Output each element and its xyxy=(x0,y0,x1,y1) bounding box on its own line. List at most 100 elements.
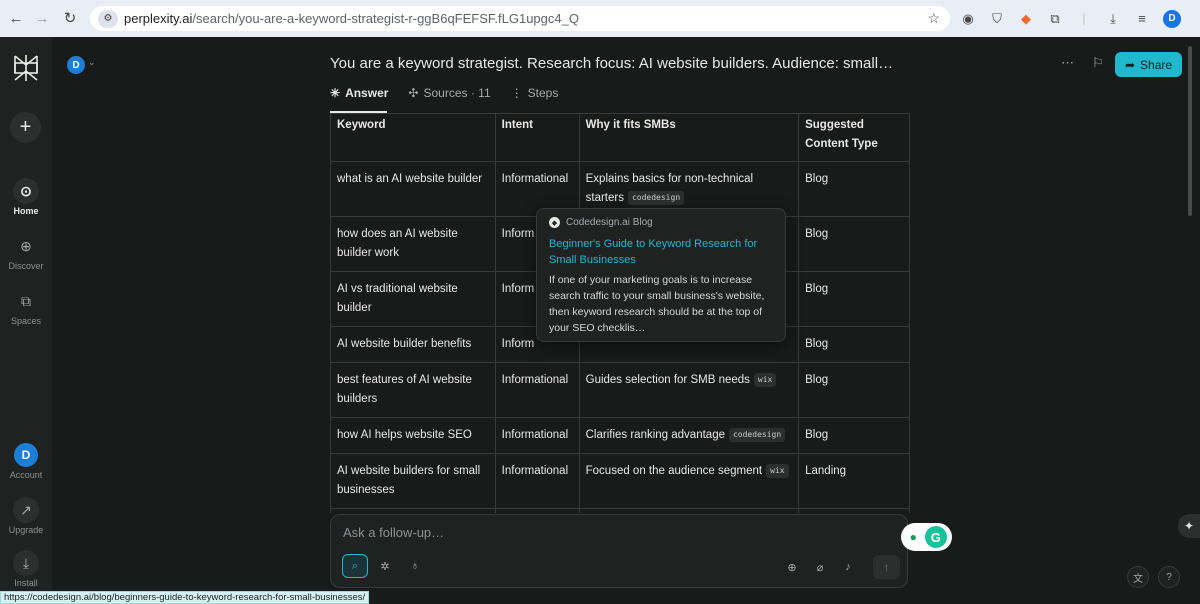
cell-text: Blog xyxy=(805,429,829,441)
new-thread-button[interactable]: + xyxy=(10,112,41,143)
user-avatar[interactable]: D xyxy=(67,56,85,74)
share-label: Share xyxy=(1140,57,1173,72)
sidebar-item-label: Install xyxy=(14,578,38,588)
discover-globe-icon: ⊕ xyxy=(20,237,32,254)
sidebar-item-spaces[interactable]: ⧉ Spaces xyxy=(0,288,52,327)
tab-answer[interactable]: ✳ Answer xyxy=(330,86,388,100)
url-path: /search/you-are-a-keyword-strategist-r-g… xyxy=(192,11,579,26)
attach-paperclip-icon[interactable]: ⌀ xyxy=(811,556,829,578)
cell-text: how does an AI website builder work xyxy=(337,228,458,259)
cell-text: Informational xyxy=(501,173,569,185)
cell-text: Inform xyxy=(501,283,535,295)
table-cell-intent: Informational xyxy=(494,453,580,509)
bookmark-star-icon[interactable]: ☆ xyxy=(927,10,940,27)
reading-list-icon[interactable]: ≡ xyxy=(1134,11,1150,27)
upgrade-arrow-icon: ↗ xyxy=(13,497,39,523)
citation-chip[interactable]: wix xyxy=(766,464,789,478)
cell-text: Informational xyxy=(501,465,569,477)
follow-up-input[interactable]: Ask a follow-up… xyxy=(343,525,444,540)
follow-up-composer[interactable]: Ask a follow-up… ⌕ ✲ ♁ ⊕ ⌀ ♪ ↑ xyxy=(330,514,908,588)
perplexity-logo-icon[interactable] xyxy=(12,53,40,83)
sidebar-item-install[interactable]: ⤓ Install xyxy=(0,550,52,588)
sidebar-item-label: Upgrade xyxy=(8,525,44,535)
research-mode-icon[interactable]: ✲ xyxy=(372,554,398,578)
grammarly-logo-icon[interactable]: G xyxy=(924,526,947,548)
sidebar-item-discover[interactable]: ⊕ Discover xyxy=(0,233,52,272)
table-cell-keyword: what is an AI website builder xyxy=(330,161,496,217)
citation-chip[interactable]: wix xyxy=(753,373,777,387)
back-icon[interactable]: ← xyxy=(2,4,30,32)
table-cell-type: Blog xyxy=(798,508,910,513)
answer-icon: ✳ xyxy=(330,86,341,100)
cell-text: Inform xyxy=(501,228,535,240)
cell-text: Blog xyxy=(805,228,829,240)
left-sidebar: + ⊙ Home ⊕ Discover ⧉ Spaces D Account ↗… xyxy=(0,37,52,604)
chevron-down-icon[interactable]: ⌄ xyxy=(88,57,96,68)
more-options-icon[interactable]: ⋯ xyxy=(1061,55,1074,71)
download-icon[interactable]: ⤓ xyxy=(1105,11,1121,27)
browser-toolbar: ← → ↻ ⚙ perplexity.ai/search/you-are-a-k… xyxy=(0,0,1200,37)
search-mode-icon[interactable]: ⌕ xyxy=(342,554,368,578)
table-cell-keyword: free AI website builder pros xyxy=(330,508,496,513)
tab-label: Answer xyxy=(345,86,389,100)
sidebar-item-label: Discover xyxy=(8,261,44,271)
table-cell-keyword: best features of AI website builders xyxy=(330,362,496,418)
home-search-icon: ⊙ xyxy=(13,178,39,204)
citation-chip[interactable]: codedesign xyxy=(728,428,786,442)
tab-sources[interactable]: ✣ Sources · 11 xyxy=(408,86,490,100)
extensions-puzzle-icon[interactable]: ⧉ xyxy=(1047,11,1063,27)
sidebar-item-home[interactable]: ⊙ Home xyxy=(0,178,52,216)
account-avatar: D xyxy=(14,443,38,467)
table-cell-type: Landing xyxy=(798,453,910,509)
help-icon[interactable]: ? xyxy=(1158,566,1180,588)
spaces-icon: ⧉ xyxy=(21,292,31,309)
share-button[interactable]: ➦ Share xyxy=(1115,52,1182,77)
page-scrollbar[interactable] xyxy=(1188,46,1192,216)
sidebar-item-upgrade[interactable]: ↗ Upgrade xyxy=(0,497,52,535)
sources-icon: ✣ xyxy=(408,86,419,100)
tooltip-title-link[interactable]: Beginner's Guide to Keyword Research for… xyxy=(549,236,773,268)
cell-text: Informational xyxy=(501,429,569,441)
url-host: perplexity.ai xyxy=(124,11,193,26)
profile-avatar[interactable]: D xyxy=(1163,9,1181,28)
cell-text: Landing xyxy=(805,465,847,477)
table-cell-keyword: AI vs traditional website builder xyxy=(330,271,496,327)
cell-text: Guides selection for SMB needs xyxy=(585,374,750,386)
sidebar-item-label: Home xyxy=(13,206,39,216)
extension-diamond-icon[interactable]: ◆ xyxy=(1018,11,1034,27)
grammarly-widget[interactable]: ● G xyxy=(901,523,952,551)
cell-text: Inform xyxy=(501,338,535,350)
tooltip-source: Codedesign.ai Blog xyxy=(566,217,653,228)
camera-icon[interactable]: ◉ xyxy=(960,11,976,27)
bookmark-icon[interactable]: ⚐ xyxy=(1092,55,1104,71)
labs-lightbulb-icon[interactable]: ♁ xyxy=(402,554,428,578)
submit-arrow-button[interactable]: ↑ xyxy=(873,555,900,579)
microphone-icon[interactable]: ♪ xyxy=(839,556,857,578)
address-bar[interactable]: ⚙ perplexity.ai/search/you-are-a-keyword… xyxy=(90,6,950,31)
reload-icon[interactable]: ↻ xyxy=(56,4,84,32)
table-cell-type: Blog xyxy=(798,362,910,418)
tab-label: Steps xyxy=(527,86,559,100)
browser-menu-icon[interactable]: ⋮ xyxy=(1194,11,1200,27)
link-status-url: https://codedesign.ai/blog/beginners-gui… xyxy=(0,591,370,604)
sparkle-assistant-icon[interactable]: ✦ xyxy=(1178,514,1200,538)
column-header: Keyword xyxy=(330,113,496,162)
globe-icon[interactable]: ⊕ xyxy=(783,556,801,578)
column-header: Intent xyxy=(494,113,580,162)
site-info-icon[interactable]: ⚙ xyxy=(98,9,118,28)
source-preview-tooltip[interactable]: ◆ Codedesign.ai Blog Beginner's Guide to… xyxy=(536,208,786,342)
cell-text: what is an AI website builder xyxy=(337,173,483,185)
cell-text: Blog xyxy=(805,173,829,185)
tooltip-snippet: If one of your marketing goals is to inc… xyxy=(549,274,765,334)
tab-steps[interactable]: ⋮ Steps xyxy=(511,86,559,100)
forward-icon[interactable]: → xyxy=(28,4,56,32)
table-cell-type: Blog xyxy=(798,326,910,363)
shield-extension-icon[interactable]: ⛉ xyxy=(989,11,1005,27)
install-download-icon: ⤓ xyxy=(13,550,39,576)
language-icon[interactable]: 文 xyxy=(1127,566,1149,588)
cell-text: Clarifies ranking advantage xyxy=(585,429,725,441)
sidebar-item-account[interactable]: D Account xyxy=(0,443,52,480)
citation-chip[interactable]: codedesign xyxy=(627,191,685,205)
table-cell-intent: Informational xyxy=(494,508,580,513)
location-pin-icon[interactable]: ● xyxy=(906,530,920,544)
